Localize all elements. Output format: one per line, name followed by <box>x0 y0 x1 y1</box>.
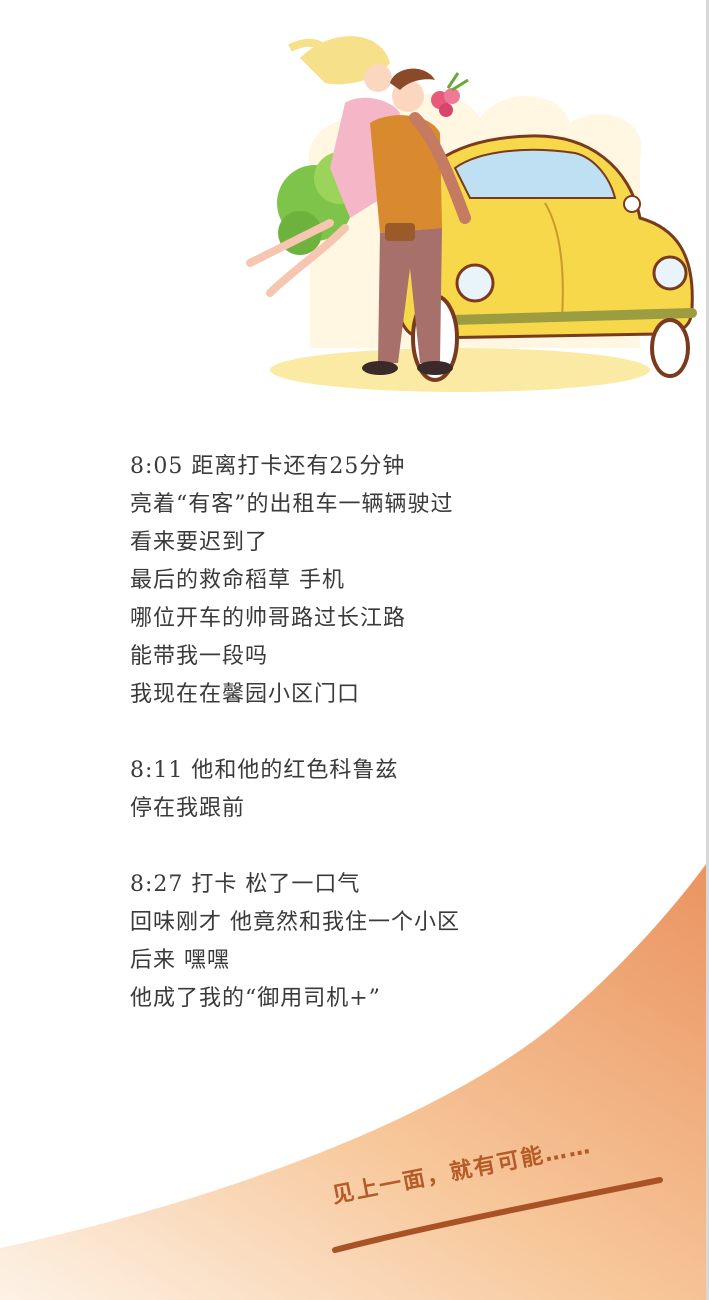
story-line: 他成了我的“御用司机+” <box>130 986 381 1011</box>
couple-car-illustration <box>246 36 697 392</box>
story-line: 最后的救命稻草 手机 <box>130 568 345 593</box>
page: 8:05 距离打卡还有25分钟 亮着“有客”的出租车一辆辆驶过 看来要迟到了 最… <box>0 0 709 1300</box>
story-line: 停在我跟前 <box>130 796 246 821</box>
story-line: 后来 嘿嘿 <box>130 948 230 973</box>
story-line: 回味刚才 他竟然和我住一个小区 <box>130 910 460 935</box>
story-line: 8:27 打卡 松了一口气 <box>130 872 361 897</box>
story-line: 8:11 他和他的红色科鲁兹 <box>130 758 399 783</box>
story-line: 哪位开车的帅哥路过长江路 <box>130 606 407 631</box>
ground-shadow <box>270 348 650 392</box>
story-line: 亮着“有客”的出租车一辆辆驶过 <box>130 492 454 517</box>
story-line: 8:05 距离打卡还有25分钟 <box>130 454 406 479</box>
story-line: 看来要迟到了 <box>130 530 269 555</box>
story-line: 能带我一段吗 <box>130 644 269 669</box>
story-text: 8:05 距离打卡还有25分钟 亮着“有客”的出租车一辆辆驶过 看来要迟到了 最… <box>130 448 650 1018</box>
story-line: 我现在在馨园小区门口 <box>130 682 361 707</box>
